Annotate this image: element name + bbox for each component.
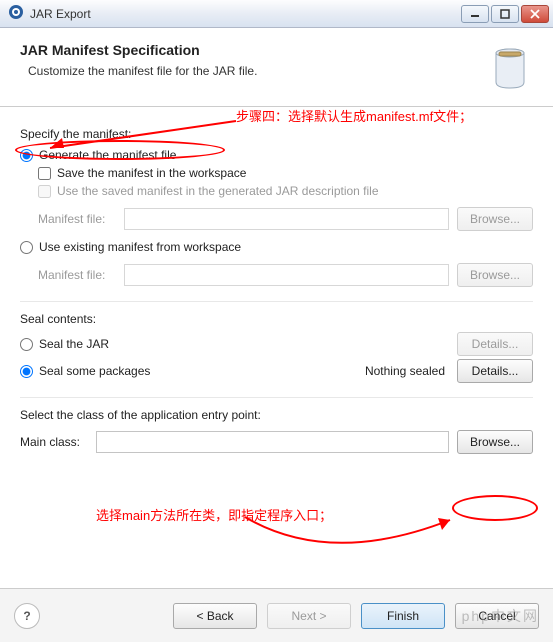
main-class-label: Main class:: [20, 435, 88, 449]
annotation-oval-browse: [452, 495, 538, 521]
help-icon: ?: [23, 609, 30, 623]
manifest-group-label: Specify the manifest:: [20, 127, 533, 141]
app-icon: [8, 4, 24, 23]
help-button[interactable]: ?: [14, 603, 40, 629]
main-class-input[interactable]: [96, 431, 449, 453]
maximize-button[interactable]: [491, 5, 519, 23]
annotation-arrow-main: [240, 512, 460, 572]
check-save-manifest[interactable]: Save the manifest in the workspace: [38, 165, 533, 181]
window-title: JAR Export: [30, 7, 91, 21]
manifest-file-label-2: Manifest file:: [38, 268, 116, 282]
page-title: JAR Manifest Specification: [20, 42, 257, 58]
next-button: Next >: [267, 603, 351, 629]
window-controls: [461, 5, 549, 23]
radio-seal-some-label: Seal some packages: [39, 364, 150, 378]
content-area: Specify the manifest: Generate the manif…: [0, 107, 553, 454]
header-text: JAR Manifest Specification Customize the…: [20, 42, 257, 78]
browse-button-main[interactable]: Browse...: [457, 430, 533, 454]
details-button-2[interactable]: Details...: [457, 359, 533, 383]
check-use-saved-manifest-input: [38, 185, 51, 198]
separator-2: [20, 397, 533, 398]
minimize-button[interactable]: [461, 5, 489, 23]
browse-button-2: Browse...: [457, 263, 533, 287]
check-save-manifest-input[interactable]: [38, 167, 51, 180]
titlebar-left: JAR Export: [8, 4, 91, 23]
check-save-manifest-label: Save the manifest in the workspace: [57, 166, 246, 180]
manifest-file-input-2: [124, 264, 449, 286]
jar-icon: [485, 42, 535, 92]
page-subtitle: Customize the manifest file for the JAR …: [28, 64, 257, 78]
radio-seal-some-input[interactable]: [20, 365, 33, 378]
check-use-saved-manifest: Use the saved manifest in the generated …: [38, 183, 533, 199]
details-button-1: Details...: [457, 332, 533, 356]
radio-generate-manifest[interactable]: Generate the manifest file: [20, 147, 533, 163]
seal-jar-row: Seal the JAR Details...: [20, 332, 533, 356]
manifest-file-input-1: [124, 208, 449, 230]
check-use-saved-manifest-label: Use the saved manifest in the generated …: [57, 184, 379, 198]
radio-use-existing-manifest[interactable]: Use existing manifest from workspace: [20, 239, 533, 255]
radio-generate-manifest-label: Generate the manifest file: [39, 148, 176, 162]
finish-button[interactable]: Finish: [361, 603, 445, 629]
header-panel: JAR Manifest Specification Customize the…: [0, 28, 553, 107]
entry-group-label: Select the class of the application entr…: [20, 408, 533, 422]
radio-seal-jar-label: Seal the JAR: [39, 337, 109, 351]
annotation-main: 选择main方法所在类，即指定程序入口；: [96, 505, 332, 524]
seal-some-row: Seal some packages Nothing sealed Detail…: [20, 359, 533, 383]
radio-seal-some[interactable]: Seal some packages: [20, 364, 150, 378]
manifest-file-row-1: Manifest file: Browse...: [38, 207, 533, 231]
back-button[interactable]: < Back: [173, 603, 257, 629]
close-button[interactable]: [521, 5, 549, 23]
radio-generate-manifest-input[interactable]: [20, 149, 33, 162]
manifest-file-row-2: Manifest file: Browse...: [38, 263, 533, 287]
separator-1: [20, 301, 533, 302]
main-class-row: Main class: Browse...: [20, 430, 533, 454]
radio-use-existing-manifest-label: Use existing manifest from workspace: [39, 240, 241, 254]
manifest-file-label-1: Manifest file:: [38, 212, 116, 226]
watermark: php中文网: [462, 606, 539, 626]
browse-button-1: Browse...: [457, 207, 533, 231]
seal-group-label: Seal contents:: [20, 312, 533, 326]
nothing-sealed-text: Nothing sealed: [365, 364, 445, 378]
radio-use-existing-manifest-input[interactable]: [20, 241, 33, 254]
radio-seal-jar-input[interactable]: [20, 338, 33, 351]
radio-seal-jar[interactable]: Seal the JAR: [20, 337, 109, 351]
titlebar: JAR Export: [0, 0, 553, 28]
